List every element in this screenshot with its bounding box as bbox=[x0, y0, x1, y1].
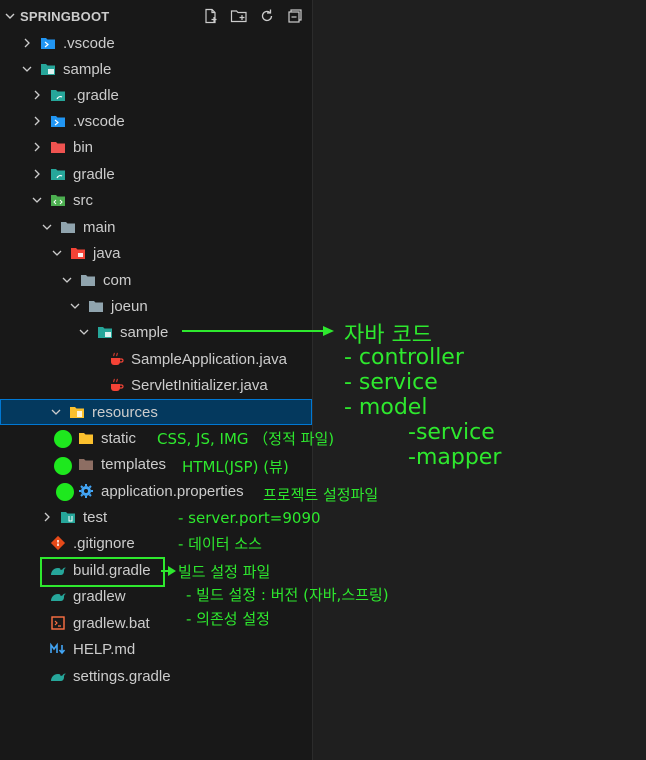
annotation-model-service: -service bbox=[408, 420, 495, 445]
annotation-controller: - controller bbox=[344, 345, 464, 370]
annotation-build-version: - 빌드 설정 : 버전 (자바,스프링) bbox=[186, 586, 389, 604]
annotation-dependency: - 의존성 설정 bbox=[186, 610, 270, 628]
annotation-model: - model bbox=[344, 395, 428, 420]
annotation-port: - server.port=9090 bbox=[178, 509, 321, 527]
annotation-templates: HTML(JSP) (뷰) bbox=[182, 458, 289, 476]
annotation-static: CSS, JS, IMG （정적 파일) bbox=[157, 430, 335, 448]
annotation-service: - service bbox=[344, 370, 438, 395]
annotation-build: 빌드 설정 파일 bbox=[178, 563, 271, 581]
annotation-arrows bbox=[161, 326, 334, 576]
annotation-model-mapper: -mapper bbox=[408, 445, 502, 470]
annotation-datasource: - 데이터 소스 bbox=[178, 535, 262, 553]
annotation-properties: 프로젝트 설정파일 bbox=[263, 486, 379, 504]
